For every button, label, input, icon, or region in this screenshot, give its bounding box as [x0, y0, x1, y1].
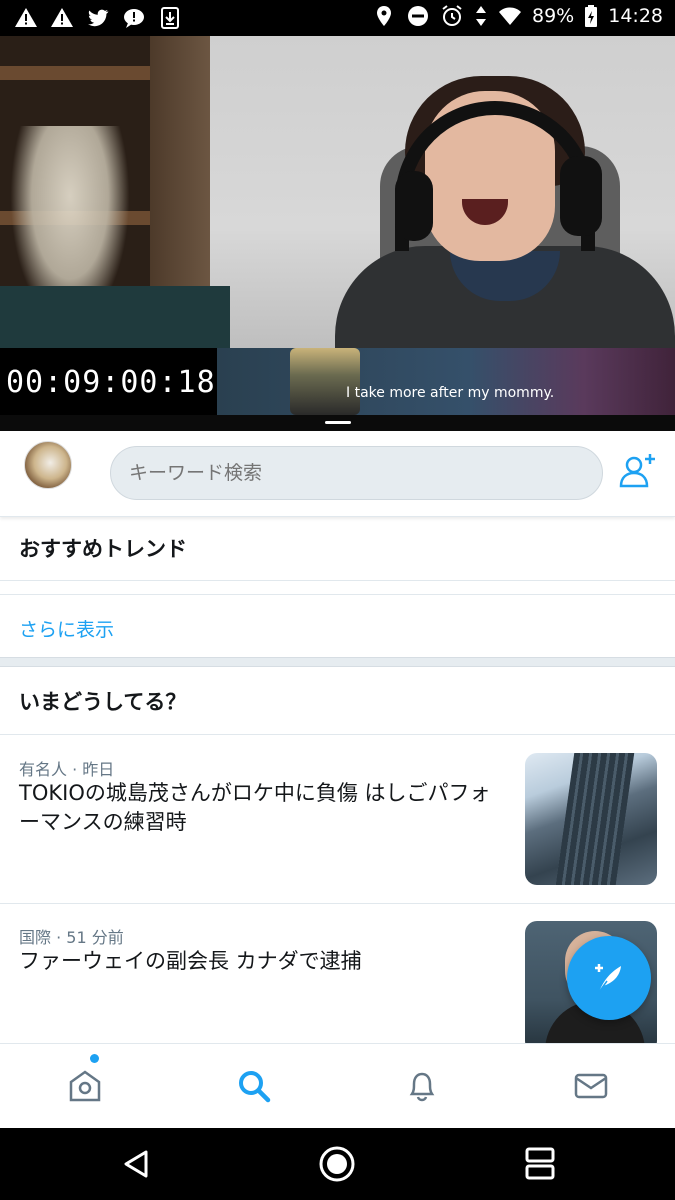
clock: 14:28	[608, 5, 663, 27]
show-more-link[interactable]: さらに表示	[19, 615, 114, 642]
search-icon[interactable]	[234, 1066, 274, 1106]
section-gap	[0, 657, 675, 667]
recents-icon[interactable]	[525, 1147, 555, 1181]
warning-icon	[51, 8, 73, 27]
battery-icon	[585, 5, 598, 27]
subtitle: I take more after my mommy.	[346, 385, 555, 401]
wifi-icon	[499, 7, 521, 25]
add-user-icon[interactable]	[618, 451, 658, 491]
video-drag-handle[interactable]	[325, 421, 351, 424]
news-headline: ファーウェイの副会長 カナダで逮捕	[19, 949, 362, 973]
top-bar	[0, 431, 675, 517]
twitter-bird-icon	[88, 9, 109, 27]
bottom-nav	[0, 1043, 675, 1128]
search-input[interactable]	[110, 446, 603, 500]
battery-percent: 89%	[532, 5, 575, 27]
video-player[interactable]: 00:09:00:18 I take more after my mommy.	[0, 36, 675, 431]
avatar[interactable]	[24, 441, 72, 489]
news-thumbnail	[525, 753, 657, 885]
download-icon	[161, 7, 179, 29]
compose-tweet-button[interactable]	[567, 936, 651, 1020]
news-item[interactable]: 有名人 · 昨日 TOKIOの城島茂さんがロケ中に負傷 はしごパフォーマンスの練…	[0, 734, 675, 904]
back-icon[interactable]	[120, 1148, 152, 1180]
compose-feather-icon	[595, 964, 621, 993]
video-headphone-right	[560, 156, 602, 236]
messages-icon[interactable]	[571, 1066, 611, 1106]
android-nav-bar	[0, 1128, 675, 1200]
data-arrows-icon	[476, 6, 486, 26]
chat-bubble-icon	[124, 9, 144, 28]
news-headline: TOKIOの城島茂さんがロケ中に負傷 はしごパフォーマンスの練習時	[19, 781, 491, 834]
news-meta: 国際 · 51 分前	[19, 928, 124, 947]
status-bar: 89% 14:28	[0, 0, 675, 36]
location-icon	[377, 6, 391, 26]
twitter-explore: おすすめトレンド さらに表示 いまどうしてる？ 有名人 · 昨日 TOKIOの城…	[0, 431, 675, 1128]
anime-character	[290, 348, 360, 415]
divider	[0, 594, 675, 595]
home-circle-icon[interactable]	[318, 1145, 356, 1183]
happening-title: いまどうしてる？	[19, 690, 187, 714]
timecode: 00:09:00:18	[6, 365, 216, 400]
alarm-icon	[442, 5, 462, 26]
do-not-disturb-icon	[408, 6, 428, 26]
anime-inset-frame	[217, 348, 675, 415]
home-icon[interactable]	[65, 1066, 105, 1106]
news-meta: 有名人 · 昨日	[19, 760, 115, 779]
warning-icon	[15, 8, 37, 27]
video-headphone-left	[395, 171, 433, 241]
divider	[0, 580, 675, 581]
notifications-icon[interactable]	[402, 1066, 442, 1106]
trends-title: おすすめトレンド	[19, 537, 187, 561]
new-content-dot	[90, 1054, 99, 1063]
